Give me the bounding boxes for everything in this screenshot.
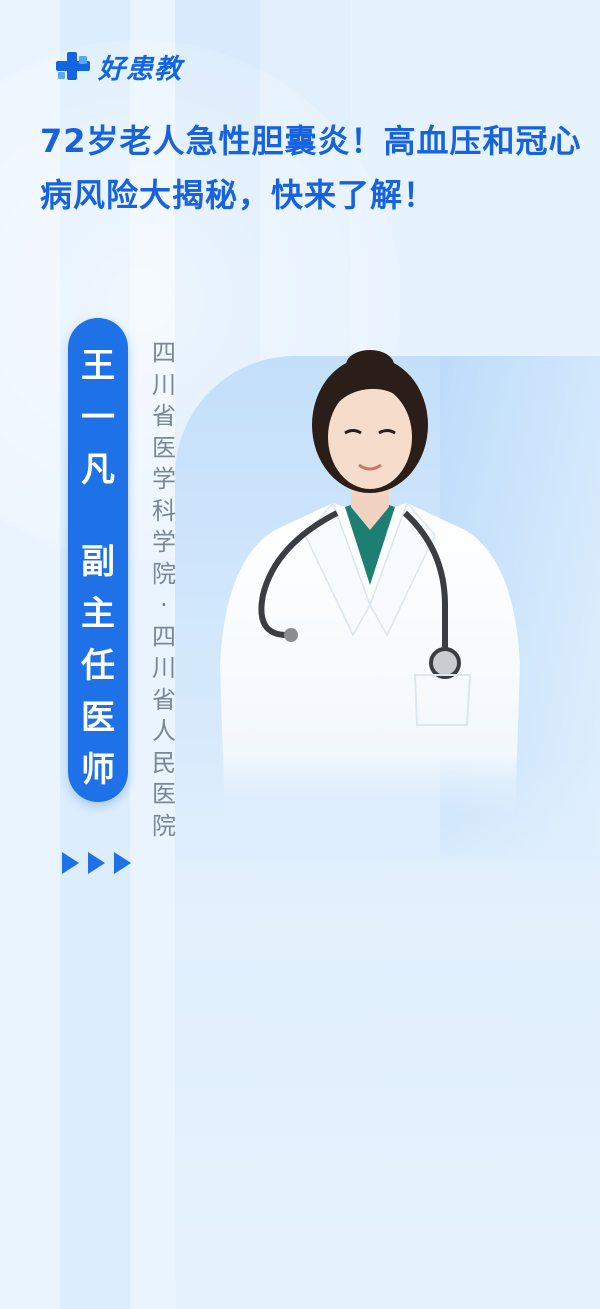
position-char: 师	[81, 750, 115, 790]
hospital-char: 省	[152, 685, 176, 714]
position-char: 医	[81, 698, 115, 738]
name-char: 王	[81, 346, 115, 386]
page-title: 72岁老人急性胆囊炎！高血压和冠心病风险大揭秘，快来了解！	[40, 122, 582, 214]
position-char: 主	[81, 594, 115, 634]
hospital-char: 四	[152, 339, 176, 367]
hospital-char: 川	[152, 654, 176, 682]
doctor-portrait	[220, 350, 520, 815]
hospital-char: 学	[152, 465, 176, 493]
play-arrow-icon	[88, 852, 105, 874]
brand-name: 好患教	[98, 53, 182, 85]
hospital-char: 院	[152, 811, 176, 840]
name-char: 一	[81, 398, 115, 438]
hospital-char: 省	[152, 402, 176, 430]
portrait-fade	[175, 760, 600, 960]
hospital-char: 院	[152, 559, 176, 588]
play-arrow-icon	[114, 852, 131, 874]
hospital-char: ·	[160, 591, 168, 619]
plus-cross-logo-icon	[56, 52, 90, 80]
doctor-position: 副 主 任 医 师	[68, 536, 128, 796]
hospital-char: 学	[152, 528, 176, 556]
hospital-char: 人	[152, 717, 176, 745]
name-char: 凡	[81, 450, 115, 490]
hospital-char: 川	[152, 370, 176, 399]
position-char: 任	[81, 646, 115, 686]
hospital-char: 医	[152, 780, 176, 808]
play-arrow-icon	[62, 852, 79, 874]
hospital-name: 四 川 省 医 学 科 学 院 · 四 川 省 人 民 医 院	[146, 338, 182, 842]
position-char: 副	[81, 542, 115, 582]
brand-logo: 好患教	[54, 46, 182, 86]
doctor-name: 王 一 凡	[68, 340, 128, 496]
hospital-char: 科	[152, 496, 176, 525]
hospital-char: 民	[152, 748, 176, 777]
hospital-char: 四	[152, 622, 176, 651]
hospital-char: 医	[152, 433, 176, 462]
arrow-decoration	[62, 852, 131, 874]
